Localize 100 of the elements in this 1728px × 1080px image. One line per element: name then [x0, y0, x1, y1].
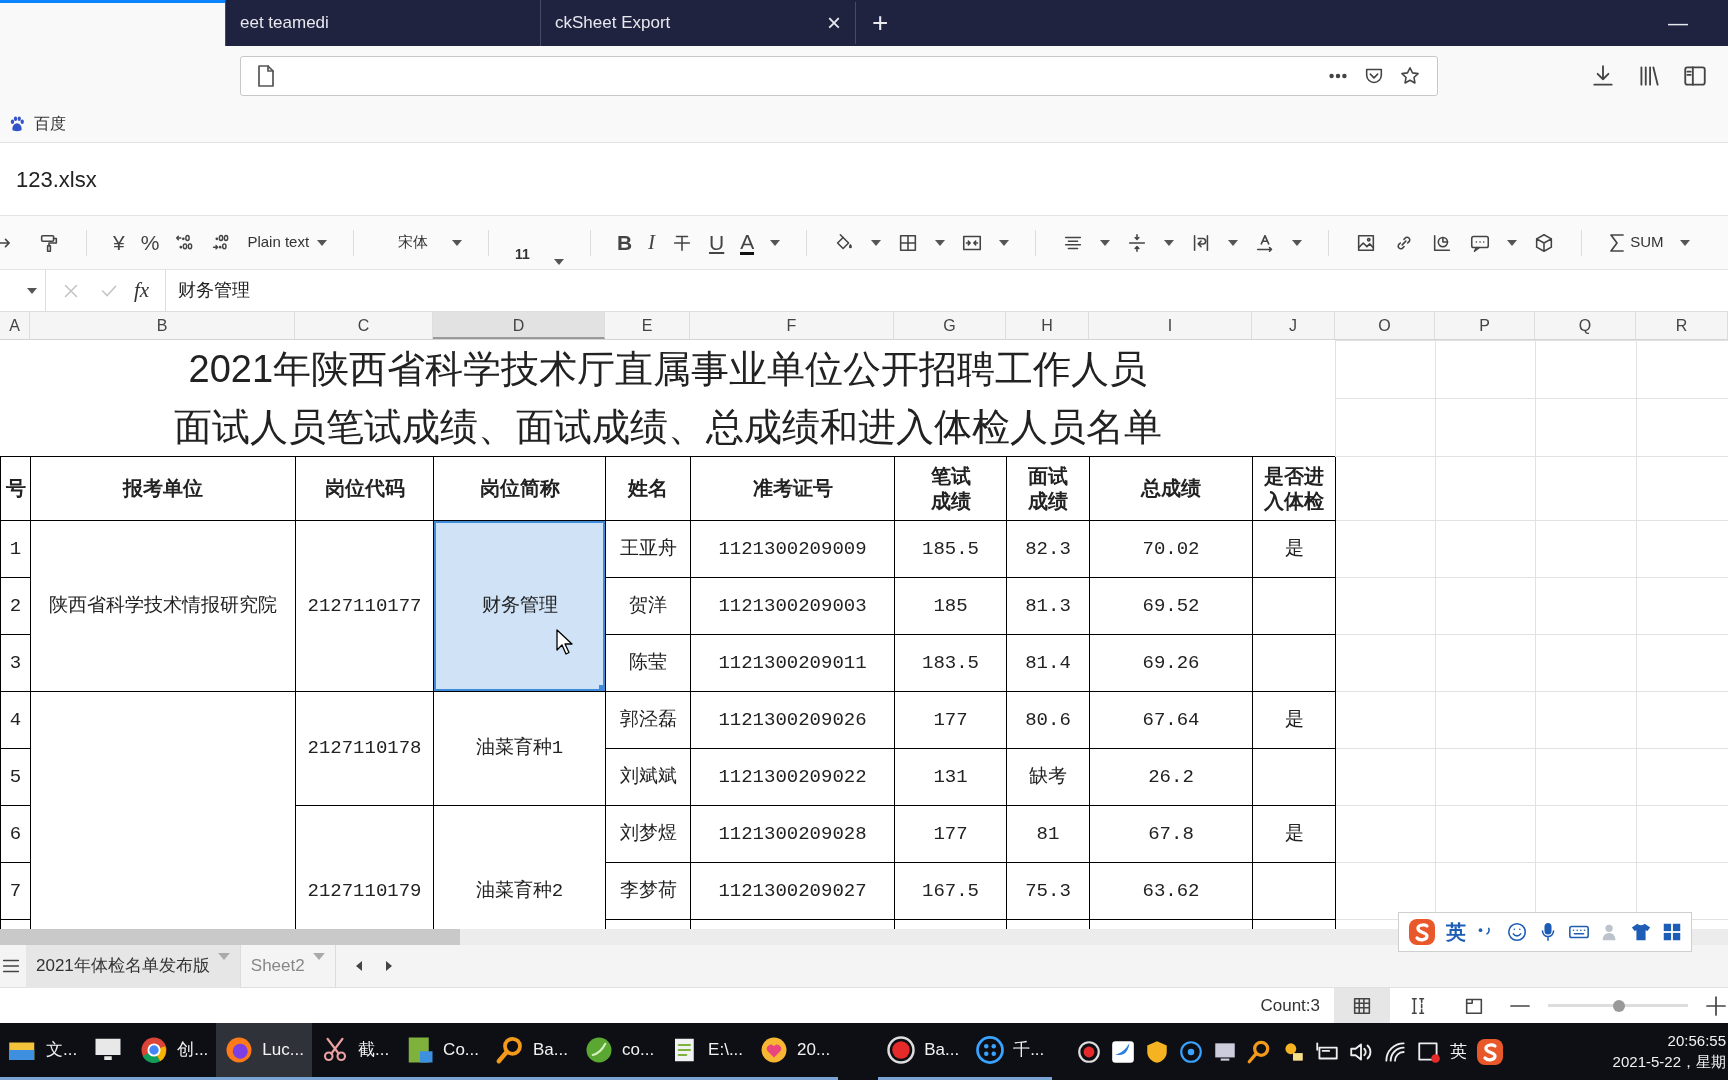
caret-icon[interactable] — [1679, 239, 1690, 246]
leaf-icon — [584, 1035, 614, 1065]
column-header[interactable]: B — [30, 312, 295, 339]
table-cell: 70.02 — [1089, 520, 1253, 578]
column-header[interactable]: P — [1435, 312, 1535, 339]
slider-thumb[interactable] — [1613, 999, 1626, 1012]
underline-button[interactable]: U — [709, 226, 725, 259]
italic-button[interactable]: I — [648, 226, 656, 259]
shirt-icon[interactable] — [1630, 921, 1652, 943]
table-cell: 缺考 — [1006, 748, 1090, 806]
scrollbar-thumb[interactable] — [0, 929, 460, 945]
address-field[interactable] — [240, 55, 1438, 96]
taskbar-button[interactable]: 千... — [967, 1023, 1053, 1080]
logo-icon[interactable] — [1475, 1036, 1506, 1067]
caret-icon[interactable] — [317, 239, 328, 246]
input-mode-button[interactable]: 英 — [1450, 1038, 1468, 1065]
table-cell: 63.62 — [1089, 862, 1253, 920]
column-header[interactable]: D — [433, 312, 605, 339]
fx-label: fx — [134, 276, 150, 304]
grid-icon[interactable] — [1661, 921, 1683, 943]
table-cell: 2127110178 — [295, 691, 434, 806]
caret-icon — [217, 952, 230, 960]
taskbar-button[interactable]: Co... — [397, 1023, 487, 1080]
new-tab-button[interactable]: + — [855, 2, 905, 44]
currency-button[interactable]: ¥ — [113, 226, 125, 259]
table-cell: 183.5 — [894, 634, 1007, 692]
table-cell: 81.4 — [1006, 634, 1090, 692]
font-dropdown[interactable]: 宋体 — [380, 231, 463, 254]
input-mode-button[interactable]: 英 — [1446, 917, 1466, 947]
bookmark-link[interactable]: 百度 — [34, 111, 66, 136]
column-header[interactable]: F — [690, 312, 894, 339]
caret-icon[interactable] — [770, 239, 781, 246]
table-cell: 李梦荷 — [605, 862, 691, 920]
triangle-right-icon[interactable] — [383, 960, 394, 972]
bold-button[interactable]: B — [616, 226, 633, 259]
caret-icon[interactable] — [452, 239, 463, 246]
column-header[interactable]: Q — [1535, 312, 1636, 339]
table-cell: 177 — [894, 691, 1007, 749]
paw-icon[interactable] — [8, 114, 26, 133]
sheet-tab[interactable]: 2021年体检名单发布版 — [26, 944, 240, 988]
taskbar-button[interactable]: Luc... — [216, 1023, 312, 1080]
minimize-button[interactable]: — — [1668, 8, 1688, 38]
selection-count: Count:3 — [1260, 994, 1320, 1017]
table-cell: 67.8 — [1089, 805, 1253, 863]
number-format-dropdown[interactable]: Plain text — [247, 231, 328, 254]
column-heading: 面试成绩 — [1027, 463, 1069, 514]
bird-icon[interactable] — [1110, 1038, 1137, 1065]
column-header[interactable]: E — [605, 312, 690, 339]
table-cell: 81.3 — [1006, 577, 1090, 635]
table-cell: 是 — [1252, 805, 1336, 863]
column-header[interactable]: A — [0, 312, 30, 339]
taskbar-button[interactable]: Ba... — [487, 1023, 576, 1080]
caret-icon[interactable] — [1292, 239, 1303, 246]
table-cell: 1121300209028 — [690, 805, 895, 863]
taskbar-button[interactable]: Ba... — [878, 1023, 968, 1080]
caret-icon[interactable] — [1164, 239, 1175, 246]
sum-button[interactable]: SUM — [1608, 231, 1664, 254]
star-icon[interactable] — [1399, 64, 1421, 87]
column-header[interactable]: O — [1335, 312, 1435, 339]
caret-icon[interactable] — [1507, 239, 1518, 246]
font-color-button[interactable]: A — [740, 230, 755, 255]
percent-button[interactable]: % — [140, 226, 160, 259]
caret-icon[interactable] — [1228, 239, 1239, 246]
table-cell: 1 — [0, 520, 31, 578]
download-icon[interactable] — [1590, 62, 1616, 89]
record-icon[interactable] — [1076, 1038, 1103, 1065]
caret-icon[interactable] — [871, 239, 882, 246]
caret-icon[interactable] — [553, 259, 564, 265]
caret-icon[interactable] — [27, 287, 37, 294]
fill-handle[interactable] — [599, 685, 605, 691]
table-cell: 26.2 — [1089, 748, 1253, 806]
browser-tab[interactable] — [0, 0, 225, 46]
tab-title: ckSheet Export — [555, 12, 671, 35]
taskbar-button[interactable]: E:\... — [662, 1023, 752, 1080]
clock[interactable]: 20:56:55 2021-5-22，星期 — [1612, 1031, 1728, 1072]
tab-title: eet teamedi — [240, 12, 329, 35]
table-cell: 185 — [894, 577, 1007, 635]
column-header[interactable]: G — [894, 312, 1006, 339]
taskbar-button[interactable]: 文... — [0, 1023, 86, 1080]
caret-icon[interactable] — [999, 239, 1010, 246]
column-header[interactable]: J — [1252, 312, 1335, 339]
formula-input[interactable]: 财务管理 — [178, 277, 251, 304]
table-cell: 80.6 — [1006, 691, 1090, 749]
column-header[interactable]: H — [1006, 312, 1089, 339]
dots-icon[interactable] — [1178, 1038, 1205, 1065]
taskbar-button[interactable]: 20... — [751, 1023, 839, 1080]
column-header[interactable]: I — [1089, 312, 1252, 339]
table-cell: 1121300209026 — [690, 691, 895, 749]
table-cell: 财务管理 — [433, 520, 606, 692]
caret-icon[interactable] — [1100, 239, 1111, 246]
column-header[interactable]: R — [1636, 312, 1728, 339]
table-cell: 郭泾磊 — [605, 691, 691, 749]
close-button[interactable]: × — [827, 5, 841, 41]
taskbar-button[interactable]: 截... — [311, 1023, 398, 1080]
font-size-dropdown[interactable]: 11 — [515, 229, 564, 269]
table-cell: 82.3 — [1006, 520, 1090, 578]
zoom-in-icon[interactable] — [1704, 993, 1728, 1018]
caret-icon[interactable] — [935, 239, 946, 246]
smiley-icon[interactable] — [1506, 921, 1528, 943]
taskbar-button[interactable]: co... — [576, 1023, 663, 1080]
